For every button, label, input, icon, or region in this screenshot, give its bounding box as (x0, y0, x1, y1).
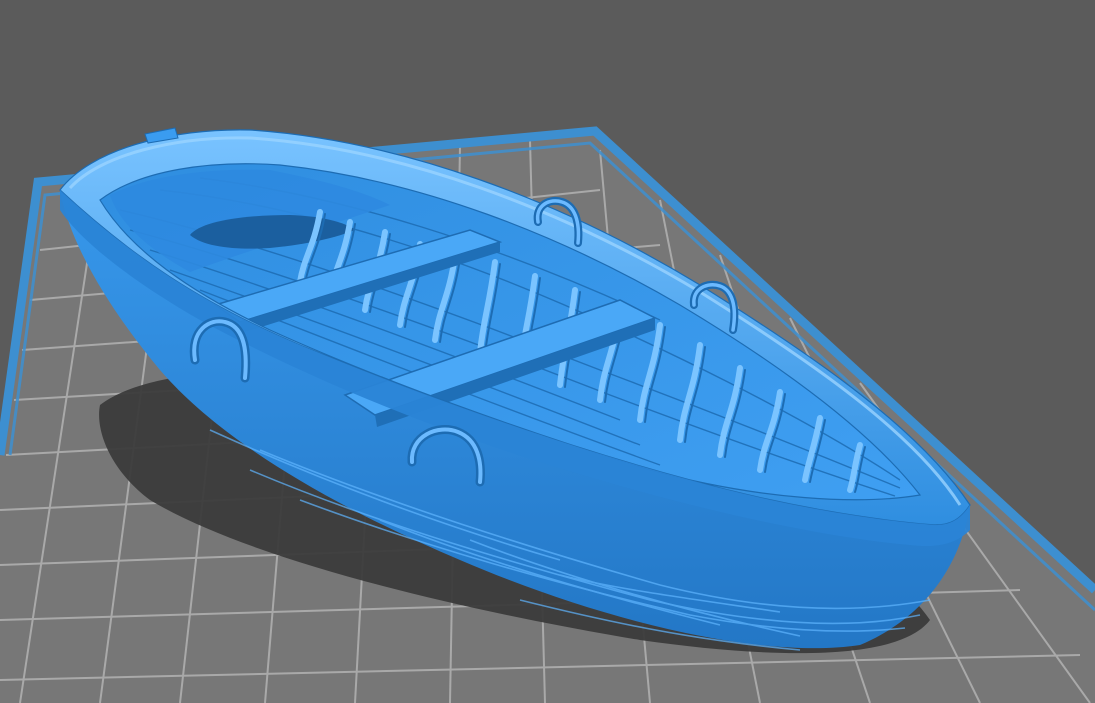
scene-canvas[interactable] (0, 0, 1095, 703)
3d-viewport[interactable] (0, 0, 1095, 703)
